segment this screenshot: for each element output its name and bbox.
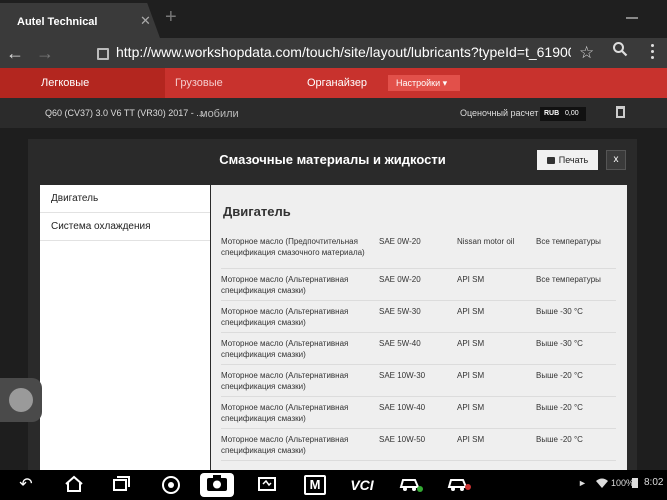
tab-overflow-icon[interactable]: [626, 5, 638, 19]
nav-tab-trucks[interactable]: Грузовые: [165, 68, 295, 98]
site-nav-bar: Легковые Грузовые Органайзер Настройки ▾: [0, 68, 667, 98]
row-temp: Выше -30 °C: [536, 307, 583, 316]
row-name: Моторное масло (Альтернативная специфика…: [221, 403, 349, 423]
table-row: Моторное масло (Альтернативная специфика…: [221, 269, 616, 301]
table-row: Моторное масло (Альтернативная специфика…: [221, 333, 616, 365]
vehicle-selection[interactable]: Q60 (CV37) 3.0 V6 TT (VR30) 2017 - ...: [45, 108, 204, 118]
clock: 8:02: [644, 477, 664, 488]
category-sidebar: Двигатель Система охлаждения: [40, 185, 210, 470]
row-spec: API SM: [457, 371, 485, 380]
wifi-icon: [596, 478, 608, 490]
browser-tab[interactable]: Autel Technical ✕: [0, 3, 160, 38]
table-row: Моторное масло (Альтернативная специфика…: [221, 301, 616, 333]
row-viscosity: SAE 5W-30: [379, 307, 421, 316]
row-temp: Выше -20 °C: [536, 371, 583, 380]
recent-apps-icon[interactable]: [110, 475, 132, 495]
row-spec: API SM: [457, 275, 485, 284]
row-viscosity: SAE 10W-30: [379, 371, 426, 380]
row-spec: API SM: [457, 307, 485, 316]
row-spec: API SM: [457, 339, 485, 348]
printer-icon: [546, 157, 555, 165]
nav-tab-cars[interactable]: Легковые: [0, 68, 165, 98]
assistive-touch-button[interactable]: [0, 378, 42, 422]
row-viscosity: SAE 5W-40: [379, 339, 421, 348]
row-name: Моторное масло (Альтернативная специфика…: [221, 339, 349, 359]
vci-status-icon[interactable]: VCI: [345, 475, 379, 495]
trash-icon[interactable]: [616, 106, 625, 118]
row-name: Моторное масло (Альтернативная специфика…: [221, 275, 349, 295]
estimate-amount: 0,00: [565, 110, 579, 117]
screen-capture-icon[interactable]: [255, 475, 279, 495]
nav-tab-organizer[interactable]: Органайзер: [295, 68, 367, 98]
maxi-label: M: [304, 475, 326, 495]
sidebar-item-cooling[interactable]: Система охлаждения: [40, 213, 210, 241]
currency-code: RUB: [544, 110, 560, 117]
row-temp: Все температуры: [536, 275, 601, 284]
search-icon[interactable]: [612, 38, 628, 68]
estimate-total[interactable]: RUB 0,00: [540, 107, 586, 121]
row-name: Моторное масло (Предпочтительная специфи…: [221, 237, 365, 257]
estimate-label: Оценочный расчет: [460, 108, 539, 118]
url-field[interactable]: http://www.workshopdata.com/touch/site/l…: [116, 44, 571, 60]
print-label: Печать: [558, 155, 589, 165]
address-bar: ← → http://www.workshopdata.com/touch/si…: [0, 38, 667, 68]
row-spec: Nissan motor oil: [457, 237, 515, 246]
row-name: Моторное масло (Альтернативная специфика…: [221, 371, 349, 391]
print-button[interactable]: Печать: [537, 150, 598, 170]
table-row: Моторное масло (Альтернативная специфика…: [221, 429, 616, 461]
lubricants-content: Двигатель Моторное масло (Предпочтительн…: [211, 185, 627, 470]
page-favicon-icon: [97, 48, 109, 60]
volume-icon: ►: [578, 478, 587, 488]
tab-title: Autel Technical: [17, 16, 98, 28]
row-viscosity: SAE 0W-20: [379, 237, 421, 246]
battery-icon: [632, 478, 638, 488]
new-tab-icon[interactable]: +: [165, 6, 177, 29]
row-viscosity: SAE 10W-50: [379, 435, 426, 444]
row-spec: API SM: [457, 403, 485, 412]
row-spec: API SM: [457, 435, 485, 444]
battery-percent: 100%: [611, 478, 635, 488]
browser-tab-strip: Autel Technical ✕ +: [0, 0, 667, 38]
screen: Autel Technical ✕ + ← → http://www.works…: [0, 0, 667, 500]
table-row: Моторное масло (Предпочтительная специфи…: [221, 231, 616, 269]
system-nav-bar: ↶ M VCI ► 100% 8:02: [0, 470, 667, 500]
vehicle-bar-text: мобили: [200, 108, 239, 120]
vehicle-service-icon[interactable]: [445, 475, 473, 495]
section-title: Двигатель: [223, 204, 291, 219]
row-temp: Все температуры: [536, 237, 601, 246]
chrome-icon[interactable]: [160, 475, 182, 495]
lubricants-table: Моторное масло (Предпочтительная специфи…: [221, 231, 616, 461]
close-tab-icon[interactable]: ✕: [140, 13, 151, 29]
close-modal-button[interactable]: x: [606, 150, 626, 170]
row-temp: Выше -30 °C: [536, 339, 583, 348]
back-nav-icon[interactable]: ↶: [14, 475, 38, 495]
browser-menu-icon[interactable]: [651, 44, 655, 62]
sidebar-item-engine[interactable]: Двигатель: [40, 185, 210, 213]
maxi-app-icon[interactable]: M: [304, 475, 326, 495]
back-arrow-icon[interactable]: ←: [6, 38, 24, 68]
row-viscosity: SAE 10W-40: [379, 403, 426, 412]
row-temp: Выше -20 °C: [536, 403, 583, 412]
camera-icon[interactable]: [200, 473, 234, 497]
lubricants-modal: Смазочные материалы и жидкости Печать x …: [28, 139, 637, 470]
settings-dropdown[interactable]: Настройки ▾: [388, 75, 460, 91]
row-name: Моторное масло (Альтернативная специфика…: [221, 307, 349, 327]
home-icon[interactable]: [62, 475, 86, 495]
vehicle-diagnosis-icon[interactable]: [397, 475, 425, 495]
row-temp: Выше -20 °C: [536, 435, 583, 444]
row-viscosity: SAE 0W-20: [379, 275, 421, 284]
table-row: Моторное масло (Альтернативная специфика…: [221, 397, 616, 429]
bookmark-star-icon[interactable]: ☆: [579, 38, 594, 68]
table-row: Моторное масло (Альтернативная специфика…: [221, 365, 616, 397]
forward-arrow-icon[interactable]: →: [36, 38, 54, 68]
row-name: Моторное масло (Альтернативная специфика…: [221, 435, 349, 455]
assistive-dot-icon: [9, 388, 33, 412]
